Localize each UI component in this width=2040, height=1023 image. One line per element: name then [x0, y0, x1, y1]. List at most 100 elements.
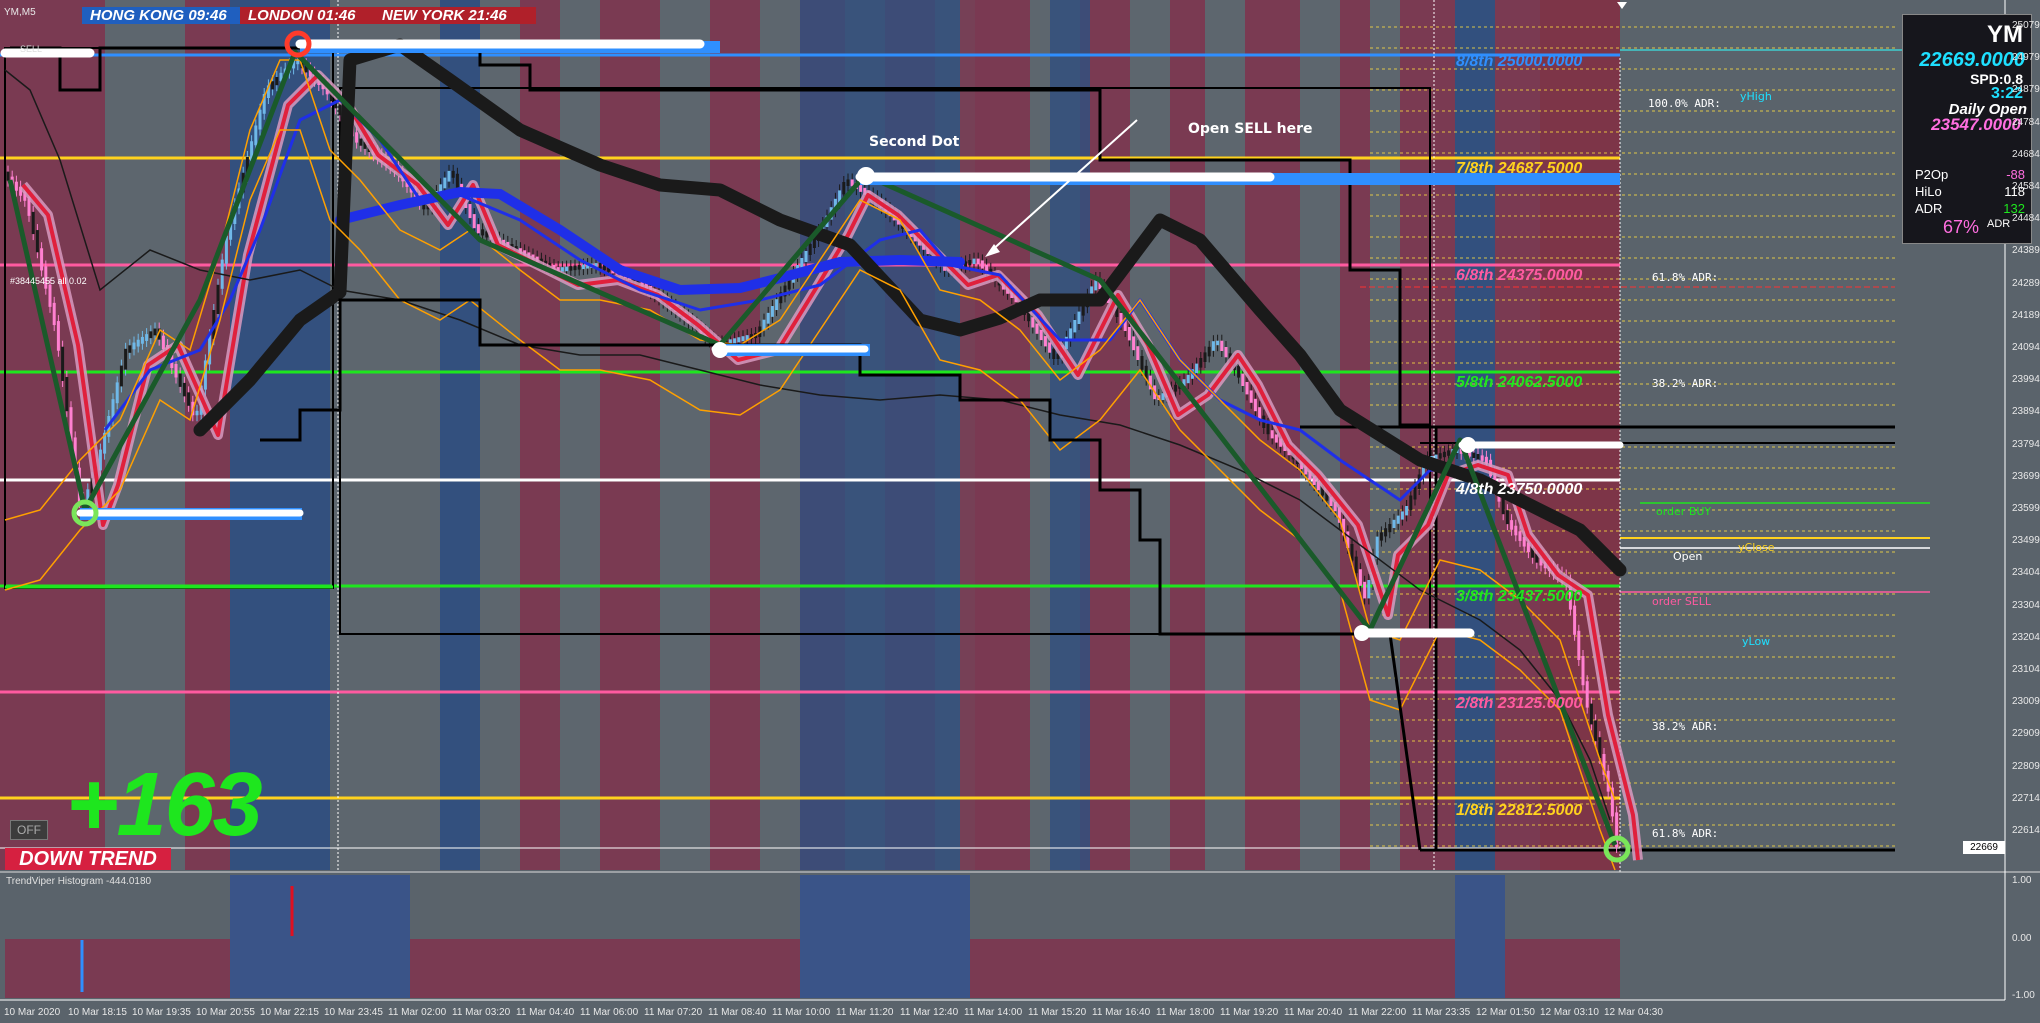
- candle: [254, 125, 258, 146]
- session-block: [660, 0, 710, 870]
- candle: [1211, 341, 1215, 351]
- candle: [1073, 320, 1077, 333]
- candle: [577, 265, 581, 270]
- murrey-8-label: 8/8th 25000.0000: [1456, 53, 1583, 70]
- candle: [1203, 352, 1207, 362]
- candle: [153, 328, 157, 336]
- murrey-2-label: 2/8th 23125.0000: [1456, 695, 1583, 712]
- price-tick: 23794: [2012, 438, 2040, 450]
- candle: [1253, 398, 1257, 412]
- price-tick: 22614: [2012, 825, 2040, 836]
- stat-hilo-label: HiLo: [1915, 184, 1942, 199]
- candle: [40, 248, 44, 271]
- candle: [1216, 340, 1220, 346]
- price-chart[interactable]: [0, 0, 2040, 1023]
- candle: [1514, 525, 1518, 536]
- adr-label-382-bottom: 38.2% ADR:: [1652, 720, 1719, 733]
- time-tick: 11 Mar 14:00: [964, 1007, 1023, 1018]
- histogram-block: [410, 939, 800, 998]
- time-tick: 11 Mar 22:00: [1348, 1007, 1407, 1018]
- candle: [1241, 373, 1245, 386]
- histogram-block: [800, 939, 970, 998]
- candle: [1136, 346, 1140, 360]
- murrey-5-label: 5/8th 24062.5000: [1456, 374, 1583, 391]
- candle: [124, 348, 128, 370]
- murrey-3-label: 3/8th 23437.5000: [1456, 588, 1583, 605]
- candle: [804, 251, 808, 262]
- histogram-block: [970, 939, 1455, 998]
- off-button[interactable]: OFF: [10, 820, 48, 840]
- time-tick: 12 Mar 03:10: [1540, 1007, 1599, 1018]
- candle: [451, 170, 455, 178]
- candle: [48, 284, 52, 307]
- histogram-block: [800, 875, 970, 939]
- candle: [1354, 556, 1358, 574]
- adr-label-382-top: 38.2% ADR:: [1652, 377, 1719, 390]
- candle: [1039, 329, 1043, 341]
- candle: [1224, 347, 1228, 358]
- time-tick: 11 Mar 07:20: [644, 1007, 703, 1018]
- candle: [1199, 358, 1203, 368]
- price-tick: 24879: [2012, 84, 2040, 96]
- sub-axis-bottom: -1.00: [2012, 990, 2035, 1001]
- murrey-1-label: 1/8th 22812.5000: [1456, 802, 1583, 819]
- yhigh-label: yHigh: [1740, 90, 1772, 103]
- candle: [52, 302, 56, 326]
- candle: [741, 336, 745, 342]
- candle: [1127, 327, 1131, 341]
- candle: [598, 263, 602, 269]
- candle: [128, 345, 132, 353]
- price-tick: 22714: [2012, 792, 2040, 804]
- candle: [115, 382, 119, 404]
- time-tick: 11 Mar 11:20: [836, 1007, 894, 1018]
- candle: [980, 260, 984, 269]
- dot: [1354, 625, 1370, 641]
- adr-percent: 67%: [1943, 217, 1980, 237]
- price-tick: 23104: [2012, 664, 2040, 675]
- time-tick: 11 Mar 12:40: [900, 1007, 959, 1018]
- price-tick: 23499: [2012, 535, 2040, 547]
- price-tick: 23404: [2012, 567, 2040, 579]
- candle: [65, 376, 69, 412]
- candle: [1400, 511, 1404, 520]
- candle: [1409, 495, 1413, 510]
- candle: [1594, 720, 1598, 742]
- price-tick: 24484: [2012, 213, 2040, 225]
- candle: [565, 266, 569, 272]
- candle: [1052, 348, 1056, 359]
- time-tick: 10 Mar 2020: [4, 1007, 61, 1018]
- candle: [1573, 605, 1577, 635]
- stat-p2op-value: -88: [2006, 167, 2025, 182]
- candle: [1358, 569, 1362, 586]
- candle: [182, 382, 186, 397]
- murrey-6-label: 6/8th 24375.0000: [1456, 267, 1583, 284]
- price-tick: 23699: [2012, 470, 2040, 482]
- symbol-label: YM,M5: [4, 7, 36, 18]
- session-hong-kong: HONG KONG 09:46: [82, 7, 248, 24]
- candle: [1237, 365, 1241, 378]
- session-block: [1400, 0, 1455, 870]
- candle: [447, 170, 451, 182]
- candle: [808, 244, 812, 255]
- ylow-label: yLow: [1742, 635, 1771, 648]
- collapse-icon[interactable]: [1617, 2, 1627, 9]
- stat-p2op-label: P2Op: [1915, 167, 1949, 182]
- candle: [859, 185, 863, 192]
- panel-price: 22669.0000: [1919, 49, 2025, 71]
- price-tick: 22809: [2012, 760, 2040, 772]
- price-tick: 24189: [2012, 309, 2040, 321]
- candle: [1392, 519, 1396, 528]
- candle: [1270, 430, 1274, 439]
- histogram-block: [230, 875, 410, 939]
- candle: [1447, 450, 1451, 456]
- candle: [174, 364, 178, 378]
- session-block: [1050, 0, 1090, 870]
- candle: [1438, 453, 1442, 459]
- session-block: [1455, 0, 1480, 870]
- time-tick: 10 Mar 18:15: [68, 1007, 127, 1018]
- candle: [1132, 336, 1136, 351]
- histogram-block: [1455, 939, 1505, 998]
- time-tick: 11 Mar 04:40: [516, 1007, 575, 1018]
- murrey-7-label: 7/8th 24687.5000: [1456, 160, 1583, 177]
- dot: [712, 342, 728, 358]
